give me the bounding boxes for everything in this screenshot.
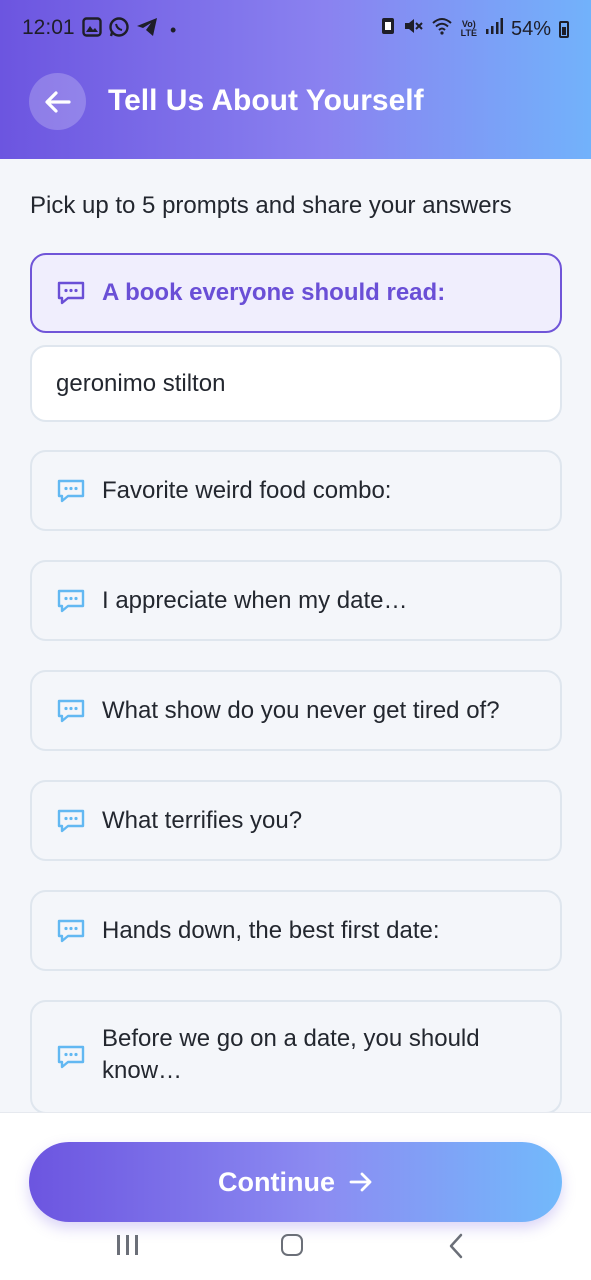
continue-label: Continue [218, 1166, 335, 1197]
chat-bubble-icon [57, 699, 85, 722]
prompt-label: Before we go on a date, you should know… [102, 1025, 480, 1084]
status-bar: 12:01 • Vo) LTE 54% [0, 0, 591, 56]
prompt-option-food-combo[interactable]: Favorite weird food combo: [30, 450, 562, 531]
home-button[interactable] [281, 1234, 303, 1256]
arrow-left-icon [44, 90, 71, 113]
wifi-icon [431, 17, 453, 41]
chat-bubble-icon [57, 589, 85, 612]
prompt-option-first-date[interactable]: Hands down, the best first date: [30, 890, 562, 971]
continue-button[interactable]: Continue [29, 1142, 562, 1222]
battery-percent: 54% [510, 17, 551, 40]
chat-bubble-icon [57, 479, 85, 502]
instructions-text: Pick up to 5 prompts and share your answ… [30, 192, 512, 219]
arrow-right-icon [349, 1172, 372, 1192]
gallery-icon [82, 17, 102, 43]
prompt-option-book[interactable]: A book everyone should read: [30, 253, 562, 333]
prompt-option-terrifies[interactable]: What terrifies you? [30, 780, 562, 861]
prompt-label: What show do you never get tired of? [102, 696, 500, 724]
signal-icon [485, 17, 503, 41]
prompt-option-should-know[interactable]: Before we go on a date, you should know… [30, 1000, 562, 1114]
chat-bubble-icon [57, 809, 85, 832]
chat-bubble-icon [57, 1045, 85, 1069]
back-button[interactable] [29, 73, 86, 130]
chat-bubble-icon [57, 281, 85, 305]
header-bar: 12:01 • Vo) LTE 54% Tell Us About Yourse… [0, 0, 591, 159]
telegram-icon [136, 17, 158, 43]
answer-input[interactable]: geronimo stilton [30, 345, 562, 422]
system-nav-bar [0, 1225, 591, 1280]
mute-icon [403, 17, 423, 41]
chat-bubble-icon [57, 919, 85, 942]
page-title: Tell Us About Yourself [108, 84, 424, 117]
recents-button[interactable] [117, 1235, 138, 1255]
prompt-label: Favorite weird food combo: [102, 476, 392, 504]
prompt-label: Hands down, the best first date: [102, 916, 440, 944]
prompt-option-appreciate[interactable]: I appreciate when my date… [30, 560, 562, 641]
whatsapp-icon [108, 16, 130, 44]
status-dot: • [170, 19, 177, 40]
prompt-label: I appreciate when my date… [102, 586, 408, 614]
prompt-label: A book everyone should read: [102, 279, 446, 306]
volte-icon: Vo) LTE [460, 19, 477, 38]
prompt-option-show[interactable]: What show do you never get tired of? [30, 670, 562, 751]
battery-icon [559, 20, 569, 38]
nfc-icon [381, 16, 395, 42]
status-time: 12:01 [22, 16, 75, 39]
nav-back-icon[interactable] [448, 1233, 464, 1259]
prompt-label: What terrifies you? [102, 806, 303, 834]
